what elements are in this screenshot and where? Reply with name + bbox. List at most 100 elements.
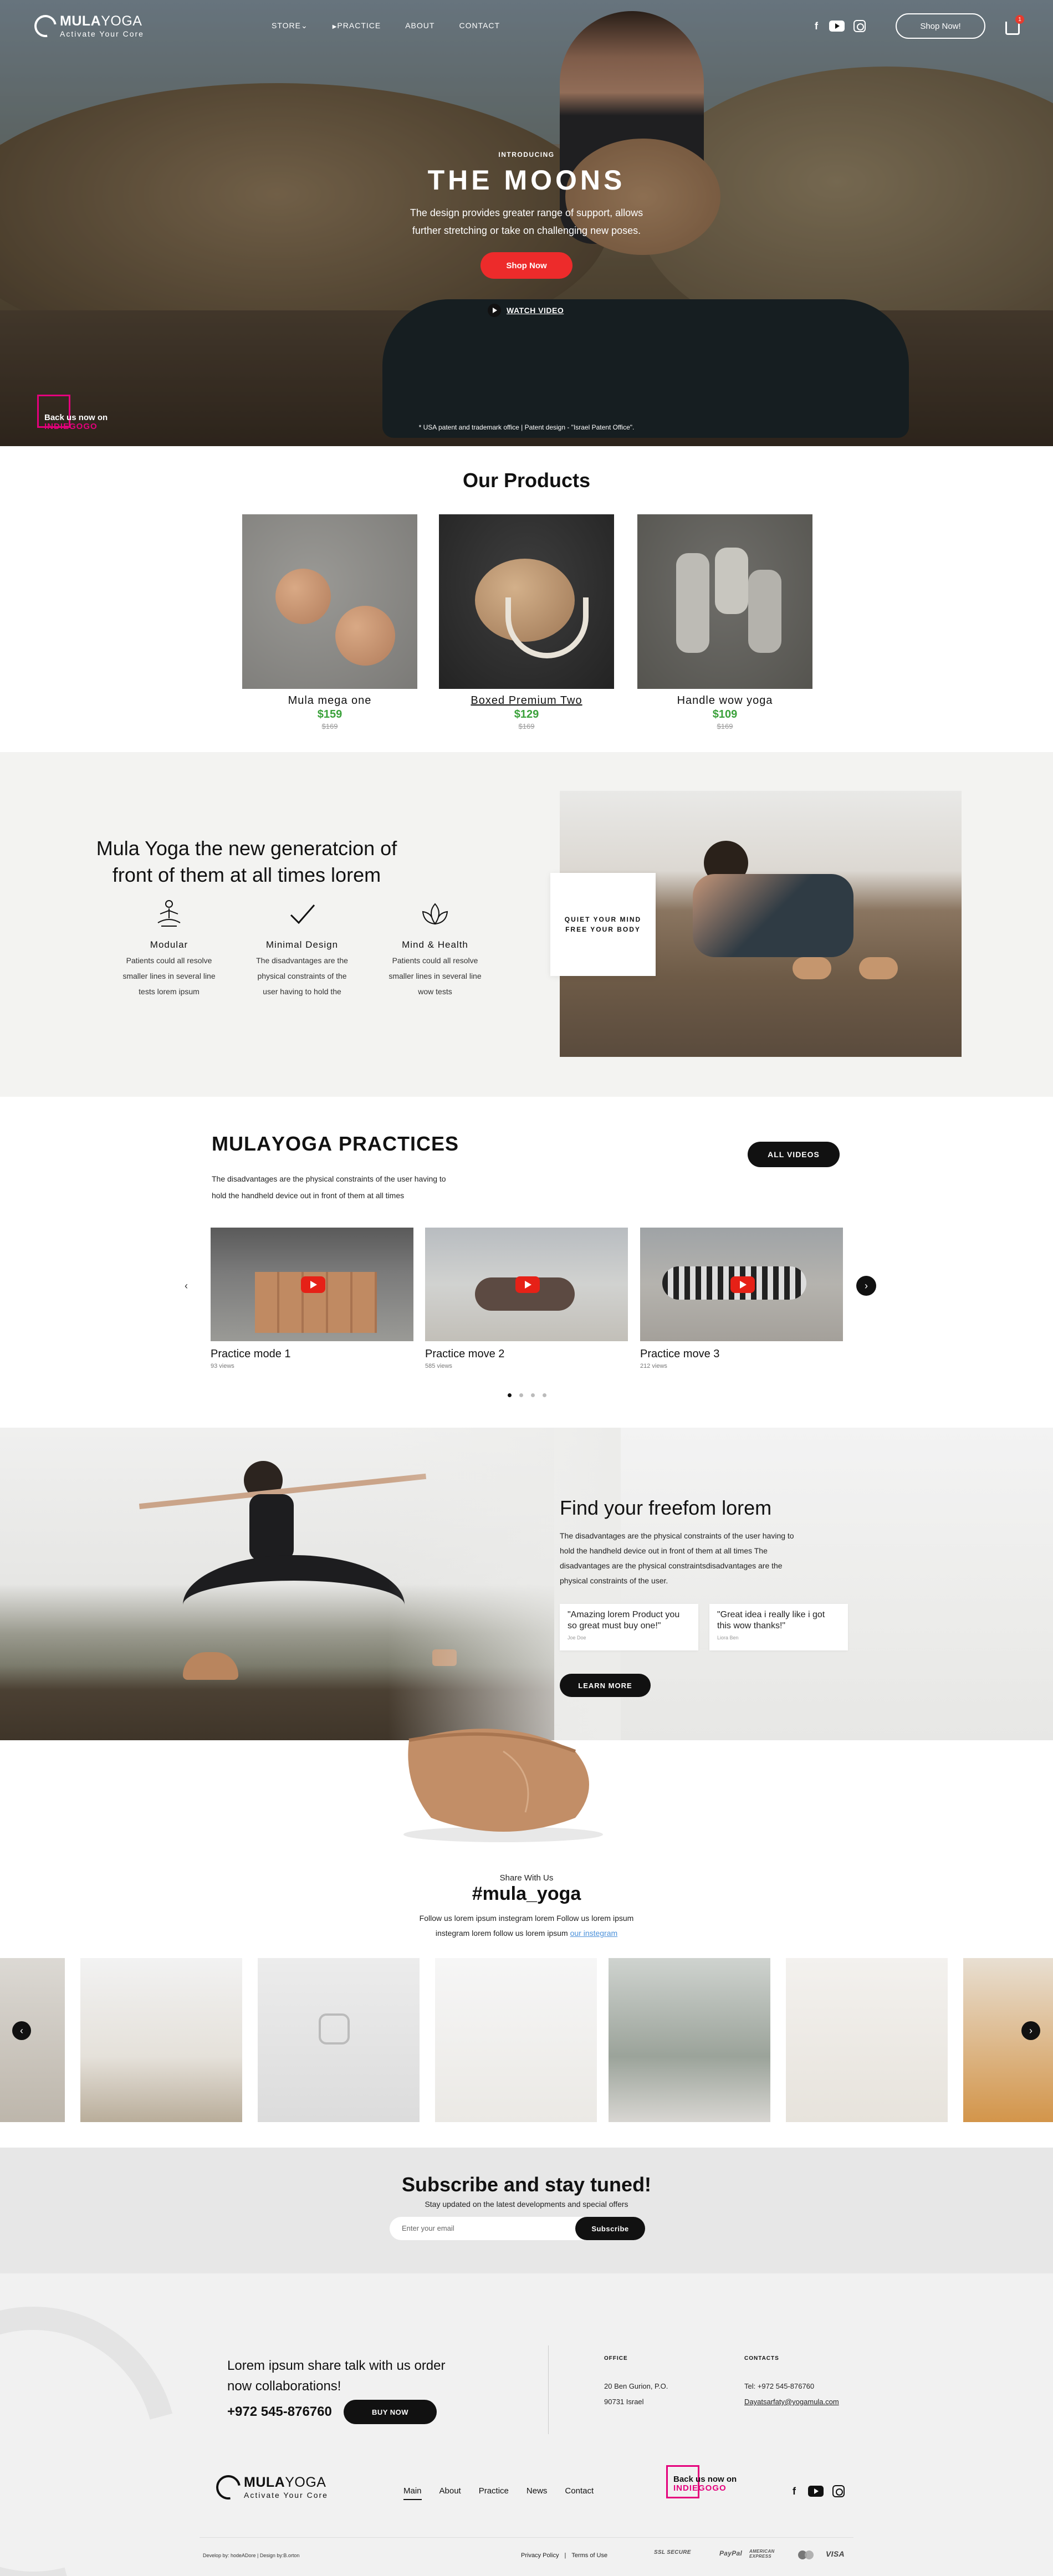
youtube-play-icon[interactable] [301,1276,325,1293]
gallery-image[interactable] [435,1958,597,2122]
overlay-line: FREE YOUR BODY [565,926,641,933]
youtube-play-icon[interactable] [515,1276,540,1293]
gallery-image[interactable] [786,1958,948,2122]
product-image[interactable] [637,514,812,689]
facebook-icon[interactable]: f [809,21,824,32]
header-logo[interactable]: MULAYOGA Activate Your Core [30,11,144,42]
gallery-image[interactable] [80,1958,242,2122]
contact-email[interactable]: Dayatsarfaty@yogamula.com [744,2394,839,2410]
subscribe-button[interactable]: Subscribe [575,2217,645,2240]
amex-icon: AMERICAN EXPRESS [749,2549,775,2559]
product-card[interactable]: Handle wow yoga $109 $169 [637,514,812,730]
footer-nav-contact[interactable]: Contact [565,2486,594,2500]
video-views: 212 views [640,1363,667,1369]
video-thumbnail[interactable] [425,1228,628,1341]
instagram-hover-icon[interactable] [319,2013,350,2045]
meditation-icon [152,897,186,931]
youtube-play-icon[interactable] [730,1276,755,1293]
practices-title-rest: PRACTICES [333,1132,459,1155]
email-placeholder: Enter your email [402,2224,454,2232]
paypal-icon: PayPal [719,2549,743,2557]
video-thumbnail[interactable] [640,1228,843,1341]
youtube-icon[interactable] [829,21,845,32]
contact-phone[interactable]: Tel: +972 545-876760 [744,2379,839,2394]
testimonial-text: "Great idea i really like i got this wow… [717,1610,825,1631]
privacy-policy-link[interactable]: Privacy Policy [521,2552,559,2559]
learn-more-button[interactable]: LEARN MORE [560,1674,651,1697]
chevron-down-icon: ⌄ [300,21,308,30]
product-name[interactable]: Handle wow yoga [637,694,812,707]
footer-nav-practice[interactable]: Practice [479,2486,509,2500]
footer-nav-about[interactable]: About [439,2486,461,2500]
pagination-dot[interactable] [531,1393,535,1397]
footer-logo[interactable]: MULAYOGA Activate Your Core [211,2470,328,2505]
product-card[interactable]: Boxed Premium Two $129 $169 [439,514,614,730]
office-line: 20 Ben Gurion, P.O. [604,2382,668,2390]
footer-nav-main[interactable]: Main [403,2486,422,2500]
product-price: $109 [712,708,738,720]
cart-count-badge: 1 [1015,15,1024,24]
video-title[interactable]: Practice move 3 [640,1348,843,1361]
nav-item-practice[interactable]: ▶PRACTICE [333,21,381,30]
testimonial-card: "Amazing lorem Product you so great must… [560,1604,698,1650]
feature-mind-health: Mind & Health Patients could all resolve… [382,897,488,999]
instagram-icon[interactable] [832,2485,845,2497]
share-description: Follow us lorem ipsum instegram lorem Fo… [399,1911,654,1941]
gallery-prev-icon[interactable]: ‹ [12,2021,31,2040]
nav-item-about[interactable]: ABOUT [405,21,435,30]
hero-shop-now-button[interactable]: Shop Now [481,252,572,279]
footer-indiegogo-badge[interactable]: Back us now on INDIEGOGO [666,2465,737,2498]
product-image[interactable] [439,514,614,689]
product-old-price: $169 [518,722,535,730]
product-name[interactable]: Mula mega one [242,694,417,707]
nav-item-store[interactable]: STORE⌄ [272,21,308,30]
video-icon: ▶ [332,24,338,30]
buy-now-button[interactable]: BUY NOW [344,2400,437,2424]
indiegogo-badge[interactable]: Back us now on INDIEGOGO [37,395,108,431]
youtube-icon[interactable] [808,2486,824,2497]
nav-label: PRACTICE [337,21,381,30]
watch-video-link[interactable]: WATCH VIDEO [488,304,564,317]
indiegogo-logo-text: INDIEGOGO [673,2483,727,2493]
practices-desc-line: The disadvantages are the physical const… [212,1174,446,1183]
share-desc-line: instegram lorem follow us lorem ipsum [435,1929,568,1938]
terms-link[interactable]: Terms of Use [571,2552,607,2559]
footer-nav-news[interactable]: News [526,2486,548,2500]
footer-phone[interactable]: +972 545-876760 [227,2404,332,2420]
video-title[interactable]: Practice mode 1 [211,1348,413,1361]
product-card[interactable]: Mula mega one $159 $169 [242,514,417,730]
gallery-image[interactable] [258,1958,420,2122]
hero-title: THE MOONS [427,165,626,196]
freedom-section: Find your freefom lorem The disadvantage… [0,1428,1053,1740]
all-videos-button[interactable]: ALL VIDEOS [748,1142,840,1167]
instagram-icon[interactable] [853,20,866,32]
video-card[interactable]: Practice mode 1 93 views [211,1228,413,1369]
feature-text: Patients could all resolve [126,956,212,965]
lotus-icon [418,897,452,931]
video-card[interactable]: Practice move 2 585 views [425,1228,628,1369]
footer-lead: Lorem ipsum share talk with us order now… [227,2358,446,2394]
nav-label: ABOUT [405,21,435,30]
gallery-image[interactable] [609,1958,770,2122]
shop-now-header-button[interactable]: Shop Now! [896,13,985,39]
nav-item-contact[interactable]: CONTACT [459,21,500,30]
gallery-image[interactable] [963,1958,1053,2122]
gallery-next-icon[interactable]: › [1021,2021,1040,2040]
checkmark-icon [285,897,319,931]
carousel-next-icon[interactable]: › [856,1276,876,1296]
cart-icon[interactable]: 1 [1005,15,1024,35]
pagination-dot[interactable] [519,1393,523,1397]
video-thumbnail[interactable] [211,1228,413,1341]
product-name[interactable]: Boxed Premium Two [439,694,614,707]
instagram-link[interactable]: our instegram [570,1929,618,1938]
gallery-image[interactable] [0,1958,65,2122]
carousel-prev-icon[interactable]: ‹ [176,1276,196,1296]
footer-moon-decoration [0,2273,231,2576]
feature-text: smaller lines in several line [389,972,482,980]
pagination-dot[interactable] [543,1393,546,1397]
product-image[interactable] [242,514,417,689]
facebook-icon[interactable]: f [787,2486,801,2497]
video-title[interactable]: Practice move 2 [425,1348,628,1361]
video-card[interactable]: Practice move 3 212 views [640,1228,843,1369]
pagination-dot[interactable] [508,1393,512,1397]
